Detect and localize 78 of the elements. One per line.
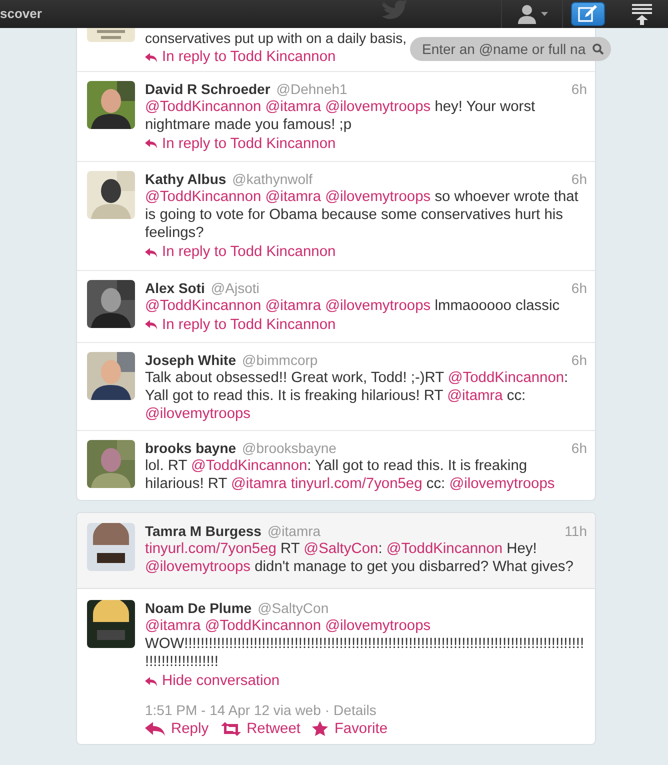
tweet-time[interactable]: 6h (571, 440, 587, 456)
tweet-text: @ToddKincannon @itamra @ilovemytroops lmmaooooo classic (145, 296, 561, 314)
user-handle[interactable]: @brooksbayne (242, 440, 336, 456)
tweet-time[interactable]: 6h (571, 80, 587, 96)
mention-link[interactable]: @ToddKincannon (145, 98, 262, 114)
user-handle[interactable]: @Dehneh1 (276, 80, 348, 96)
mention-link[interactable]: @itamra (231, 476, 287, 492)
mention-link[interactable]: @ilovemytroops (325, 618, 431, 634)
reply-action[interactable]: Reply (145, 720, 209, 736)
mention-link[interactable]: @ilovemytroops (145, 559, 251, 575)
user-handle[interactable]: @itamra (267, 523, 321, 539)
tweet-text: lol. RT @ToddKincannon: Yall got to read this. It is freaking hilarious! RT @itamra tinyurl.com/7yon5eg cc: @ilovemytroops (145, 457, 556, 493)
person-icon (516, 4, 536, 24)
reply-arrow-icon (145, 139, 157, 149)
star-icon (312, 721, 328, 736)
mention-link[interactable]: @ilovemytroops (325, 298, 431, 314)
nav-link[interactable]: scover (0, 6, 42, 20)
mention-link[interactable]: @SaltyCon (304, 541, 378, 557)
mention-link[interactable]: @ilovemytroops (449, 476, 555, 492)
separator-dot: · (324, 702, 330, 718)
mention-link[interactable]: @ToddKincannon (190, 458, 308, 474)
tweet-text: Talk about obsessed!! Great work, Todd! ;-)RT @ToddKincannon: Yall got to read this. It is freaking hilarious! RT @itamra cc: @ilovemytroops (145, 369, 570, 423)
mention-link[interactable]: @ToddKincannon (145, 189, 262, 205)
user-name[interactable]: Tamra M Burgess (145, 523, 262, 539)
mention-link[interactable]: @itamra (265, 189, 321, 205)
reply-arrow-icon (145, 320, 157, 330)
mention-link[interactable]: @ilovemytroops (145, 406, 251, 422)
favorite-action[interactable]: Favorite (312, 720, 388, 736)
mention-link[interactable]: @ToddKincannon (448, 370, 564, 386)
compose-tweet-button[interactable] (571, 2, 605, 26)
tweet-time[interactable]: 6h (571, 352, 587, 368)
tweet-timestamp[interactable]: 1:51 PM - 14 Apr 12 via web (145, 702, 321, 718)
tweet-time[interactable]: 6h (571, 171, 587, 187)
user-name[interactable]: Alex Soti (145, 280, 205, 296)
mention-link[interactable]: @ToddKincannon (386, 541, 503, 557)
mention-link[interactable]: @itamra (265, 298, 321, 314)
mention-link[interactable]: @itamra (447, 388, 503, 404)
tweet-text: tinyurl.com/7yon5eg RT @SaltyCon: @ToddKincannon Hey! @ilovemytroops didn't manage to get you disbarred? What gives? (145, 540, 574, 576)
user-handle[interactable]: @SaltyCon (258, 600, 329, 616)
reply-arrow-icon (145, 52, 157, 62)
mention-link[interactable]: @itamra (145, 618, 201, 634)
reply-arrow-icon (145, 722, 165, 736)
compose-icon (578, 5, 598, 23)
reply-arrow-icon (145, 676, 157, 686)
mention-link[interactable]: @ilovemytroops (325, 189, 431, 205)
url-link[interactable]: tinyurl.com/7yon5eg (145, 541, 276, 557)
caret-icon (540, 12, 548, 16)
search-icon[interactable] (592, 43, 604, 55)
url-link[interactable]: tinyurl.com/7yon5eg (290, 476, 422, 492)
user-handle[interactable]: @bimmcorp (242, 352, 318, 368)
in-reply-to-link[interactable]: In reply to Todd Kincannon (145, 48, 336, 67)
tweet-text: @itamra @ToddKincannon @ilovemytroops WOW!!!!!!!!!!!!!!!!!!!!!!!!!!!!!!!!!!!!!!!!!!!!!!!!!!!!!!!!!!!!!!!!!!!!!!!!!!!!!!!!!!!!!!!!!!!!!!!!!!!!!!!!!!!!!!!!!!!! (145, 617, 586, 671)
in-reply-to-link[interactable]: In reply to Todd Kincannon (145, 316, 336, 334)
stacked-lines-icon[interactable] (631, 3, 653, 25)
mention-link[interactable]: @ToddKincannon (204, 618, 321, 634)
user-handle[interactable]: @Ajsoti (210, 280, 260, 296)
user-name[interactable]: David R Schroeder (145, 80, 270, 96)
mention-link[interactable]: @ToddKincannon (145, 298, 262, 314)
in-reply-to-link[interactable]: In reply to Todd Kincannon (145, 134, 336, 154)
details-link[interactable]: Details (334, 702, 376, 718)
tweet-time[interactable]: 6h (571, 280, 587, 296)
mention-link[interactable]: @ilovemytroops (325, 98, 431, 114)
mention-link[interactable]: @itamra (265, 98, 321, 114)
search-field[interactable]: Enter an @name or full na (410, 37, 611, 61)
user-name[interactable]: Noam De Plume (145, 600, 252, 616)
tweet-text: conservatives put up with on a daily basis, (145, 29, 408, 47)
retweet-action[interactable]: Retweet (220, 720, 300, 736)
tweet-text: @ToddKincannon @itamra @ilovemytroops hey! Your worst nightmare made you famous! ;p (145, 98, 536, 134)
user-name[interactable]: brooks bayne (145, 440, 236, 456)
tweet-time[interactable]: 11h (564, 523, 587, 539)
in-reply-to-link[interactable]: In reply to Todd Kincannon (145, 243, 336, 262)
user-handle[interactable]: @kathynwolf (232, 171, 313, 187)
hide-conversation-link[interactable]: Hide conversation (145, 672, 280, 691)
reply-arrow-icon (145, 248, 157, 258)
retweet-icon (220, 722, 241, 736)
tweet-text: @ToddKincannon @itamra @ilovemytroops so whoever wrote that is going to vote for Obama because some conservatives hurt his feelings? (145, 188, 580, 242)
user-name[interactable]: Joseph White (145, 352, 236, 368)
user-name[interactable]: Kathy Albus (145, 171, 226, 187)
